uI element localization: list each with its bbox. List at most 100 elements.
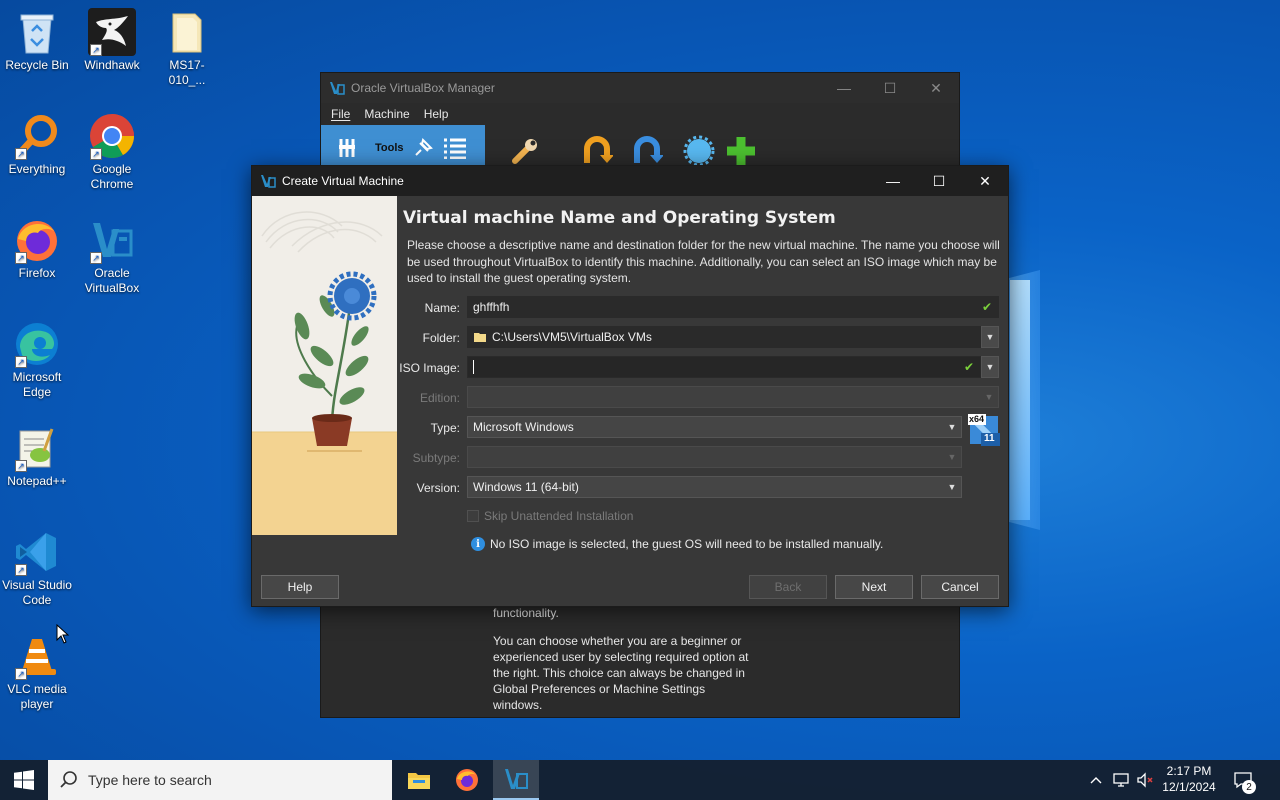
taskbar-file-explorer[interactable]: [396, 760, 442, 800]
valid-check-icon: ✔: [981, 300, 992, 314]
network-status[interactable]: [1110, 760, 1132, 800]
os-type-badge: x64 11: [967, 413, 1001, 447]
search-icon: [60, 771, 77, 788]
desktop-icon-label: Microsoft Edge: [12, 370, 62, 399]
welcome-text-functionality: functionality.: [493, 606, 559, 620]
folder-icon: [163, 8, 211, 56]
desktop-icon-everything[interactable]: ↗ Everything: [1, 112, 73, 177]
folder-dropdown-button[interactable]: ▼: [981, 326, 999, 348]
shortcut-arrow-icon: ↗: [15, 148, 27, 160]
iso-dropdown-button[interactable]: ▼: [981, 356, 999, 378]
desktop-icon-google-chrome[interactable]: ↗ Google Chrome: [76, 112, 148, 192]
iso-image-input[interactable]: ✔: [467, 356, 981, 378]
shortcut-arrow-icon: ↗: [90, 252, 102, 264]
shortcut-arrow-icon: ↗: [90, 148, 102, 160]
dialog-titlebar[interactable]: Create Virtual Machine — ☐ ✕: [252, 166, 1008, 196]
settings-wrench-icon[interactable]: [509, 135, 541, 167]
close-button[interactable]: ✕: [913, 73, 959, 103]
minimize-button[interactable]: —: [821, 73, 867, 103]
shortcut-arrow-icon: ↗: [90, 44, 102, 56]
virtualbox-icon: [505, 769, 528, 789]
edition-combo[interactable]: ▼: [467, 386, 999, 408]
type-label: Type:: [430, 421, 460, 435]
folder-label: Folder:: [422, 331, 460, 345]
everything-icon: ↗: [13, 112, 61, 160]
chevron-down-icon: ▼: [984, 392, 994, 402]
version-label: Version:: [416, 481, 460, 495]
desktop-icon-label: Windhawk: [84, 58, 140, 72]
subtype-combo[interactable]: ▼: [467, 446, 962, 468]
cancel-button[interactable]: Cancel: [921, 575, 999, 599]
desktop-icon-recycle-bin[interactable]: Recycle Bin: [1, 8, 73, 73]
taskbar-search-box[interactable]: Type here to search: [48, 760, 392, 800]
chevron-down-icon: ▼: [947, 452, 957, 462]
manager-titlebar[interactable]: Oracle VirtualBox Manager — ☐ ✕: [321, 73, 959, 103]
folder-combo[interactable]: C:\Users\VM5\VirtualBox VMs: [467, 326, 981, 348]
desktop-icon-oracle-virtualbox[interactable]: ↗ Oracle VirtualBox: [76, 216, 148, 296]
recycle-bin-icon: [13, 8, 61, 56]
text-caret: [473, 360, 474, 374]
taskbar-clock[interactable]: 2:17 PM 12/1/2024: [1156, 763, 1222, 795]
start-button[interactable]: [0, 760, 48, 800]
back-button[interactable]: Back: [749, 575, 827, 599]
volume-control[interactable]: [1134, 760, 1156, 800]
dialog-minimize-button[interactable]: —: [870, 166, 916, 196]
wizard-page-heading: Virtual machine Name and Operating Syste…: [403, 208, 836, 228]
info-icon: i: [471, 537, 485, 551]
shortcut-arrow-icon: ↗: [15, 668, 27, 680]
tools-label: Tools: [375, 142, 404, 154]
show-hidden-icons-button[interactable]: [1086, 760, 1106, 800]
desktop-icon-label: Notepad++: [7, 474, 67, 488]
folder-icon: [474, 333, 486, 342]
info-message-text: No ISO image is selected, the guest OS w…: [490, 537, 884, 551]
discard-arrow-icon[interactable]: [581, 135, 613, 167]
file-explorer-icon: [408, 773, 430, 789]
menu-help[interactable]: Help: [424, 107, 449, 121]
shortcut-arrow-icon: ↗: [15, 564, 27, 576]
menu-machine[interactable]: Machine: [364, 107, 409, 121]
type-combo[interactable]: Microsoft Windows ▼: [467, 416, 962, 438]
start-arrow-icon[interactable]: [631, 135, 663, 167]
create-vm-dialog[interactable]: Create Virtual Machine — ☐ ✕ Virtual mac…: [251, 165, 1009, 607]
iso-image-label: ISO Image:: [399, 361, 460, 375]
skip-unattended-label: Skip Unattended Installation: [484, 509, 634, 523]
dialog-close-button[interactable]: ✕: [962, 166, 1008, 196]
desktop-icon-windhawk[interactable]: ↗ Windhawk: [76, 8, 148, 73]
maximize-button[interactable]: ☐: [867, 73, 913, 103]
desktop-icon-firefox[interactable]: ↗ Firefox: [1, 216, 73, 281]
add-plus-icon[interactable]: [725, 135, 757, 167]
search-placeholder: Type here to search: [88, 772, 212, 788]
desktop-icon-microsoft-edge[interactable]: ↗ Microsoft Edge: [1, 320, 73, 400]
desktop-icon-label: VLC media player: [7, 682, 67, 711]
chevron-down-icon: ▼: [947, 482, 957, 492]
edge-icon: ↗: [13, 320, 61, 368]
new-machine-gear-icon[interactable]: [683, 135, 715, 167]
desktop-icon-vlc[interactable]: ↗ VLC media player: [1, 632, 73, 712]
desktop-icon-vscode[interactable]: ↗ Visual Studio Code: [1, 528, 73, 608]
valid-check-icon: ✔: [963, 360, 974, 374]
taskbar-firefox[interactable]: [444, 760, 490, 800]
name-input[interactable]: ghffhfh ✔: [467, 296, 999, 318]
version-combo[interactable]: Windows 11 (64-bit) ▼: [467, 476, 962, 498]
firefox-icon: ↗: [13, 216, 61, 264]
windhawk-icon: ↗: [88, 8, 136, 56]
skip-unattended-row[interactable]: Skip Unattended Installation: [467, 509, 633, 523]
help-button[interactable]: Help: [261, 575, 339, 599]
dialog-maximize-button[interactable]: ☐: [916, 166, 962, 196]
desktop-icon-label: Visual Studio Code: [2, 578, 72, 607]
mouse-cursor-icon: [56, 624, 70, 644]
chevron-down-icon: ▼: [947, 422, 957, 432]
desktop-icon-ms17-folder[interactable]: MS17-010_...: [151, 8, 223, 88]
desktop-icon-label: Oracle VirtualBox: [84, 266, 140, 295]
next-button[interactable]: Next: [835, 575, 913, 599]
taskbar: Type here to search 2:17 PM 12/1/2024 2: [0, 760, 1280, 800]
firefox-icon: [456, 769, 478, 791]
taskbar-virtualbox[interactable]: [493, 760, 539, 800]
version-value: Windows 11 (64-bit): [473, 480, 579, 494]
menu-file[interactable]: File: [331, 107, 350, 121]
skip-unattended-checkbox[interactable]: [467, 510, 479, 522]
volume-muted-icon: [1137, 772, 1153, 788]
action-center-button[interactable]: 2: [1228, 760, 1258, 800]
virtualbox-icon: ↗: [88, 216, 136, 264]
desktop-icon-notepadpp[interactable]: ↗ Notepad++: [1, 424, 73, 489]
